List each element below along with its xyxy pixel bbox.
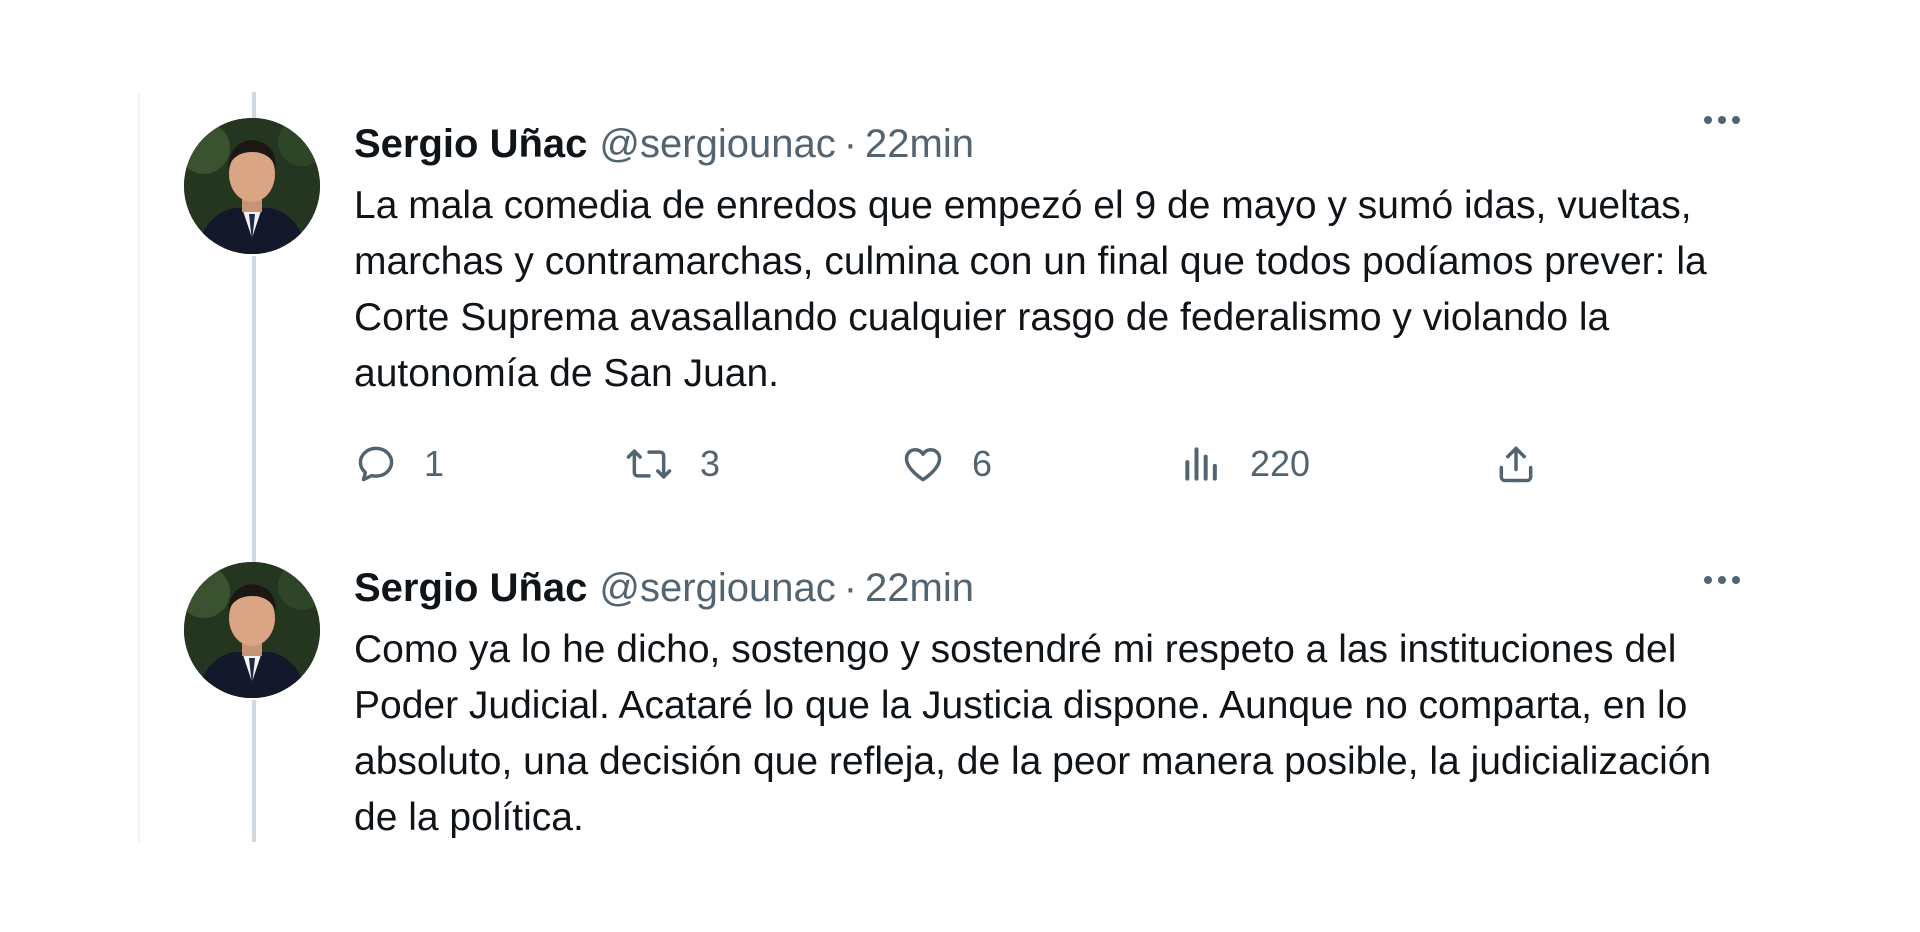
reply-bubble-icon	[358, 446, 394, 482]
like-button[interactable]: 6	[900, 434, 992, 494]
avatar[interactable]	[184, 118, 320, 254]
views-button[interactable]: 220	[1180, 434, 1310, 494]
reply-count: 1	[424, 443, 445, 484]
share-button[interactable]	[1494, 434, 1538, 494]
separator-dot: ·	[843, 566, 858, 610]
more-horizontal-icon	[1704, 116, 1740, 124]
tweet-content: Sergio Uñac @sergiounac · 22min Como ya …	[354, 562, 1740, 846]
views-chart-icon	[1185, 447, 1217, 481]
thread-connector-top	[252, 552, 256, 562]
avatar-photo	[184, 118, 320, 254]
avatar[interactable]	[184, 562, 320, 698]
more-options-button[interactable]	[1700, 562, 1744, 598]
author-name[interactable]: Sergio Uñac	[354, 562, 587, 614]
heart-icon	[904, 447, 942, 482]
tweet-timestamp[interactable]: 22min	[865, 562, 974, 614]
tweet-actions: 1 3 6 220	[354, 434, 1554, 494]
thread-connector-top	[252, 92, 256, 118]
author-handle[interactable]: @sergiounac	[599, 562, 835, 614]
more-horizontal-icon	[1704, 576, 1740, 584]
retweet-icon	[626, 449, 672, 479]
tweet-content: Sergio Uñac @sergiounac · 22min La mala …	[354, 118, 1740, 402]
separator-dot: ·	[843, 122, 858, 166]
avatar-photo	[184, 562, 320, 698]
like-count: 6	[972, 443, 993, 484]
more-options-button[interactable]	[1700, 102, 1744, 138]
tweet-thread: Sergio Uñac @sergiounac · 22min La mala …	[0, 0, 1920, 932]
views-count: 220	[1250, 443, 1311, 484]
thread-connector	[252, 700, 256, 842]
reply-button[interactable]: 1	[354, 434, 444, 494]
tweet-header: Sergio Uñac @sergiounac · 22min	[354, 118, 1740, 170]
tweet-1[interactable]: Sergio Uñac @sergiounac · 22min La mala …	[140, 92, 1780, 552]
retweet-button[interactable]: 3	[624, 434, 720, 494]
retweet-count: 3	[700, 443, 721, 484]
tweet-2[interactable]: Sergio Uñac @sergiounac · 22min Como ya …	[140, 552, 1780, 852]
tweet-timestamp[interactable]: 22min	[865, 118, 974, 170]
tweet-text: La mala comedia de enredos que empezó el…	[354, 184, 1707, 395]
share-upload-icon	[1499, 446, 1533, 483]
thread-connector	[252, 256, 256, 552]
tweet-header: Sergio Uñac @sergiounac · 22min	[354, 562, 1740, 614]
author-name[interactable]: Sergio Uñac	[354, 118, 587, 170]
author-handle[interactable]: @sergiounac	[599, 118, 835, 170]
tweet-text: Como ya lo he dicho, sostengo y sostendr…	[354, 628, 1712, 839]
